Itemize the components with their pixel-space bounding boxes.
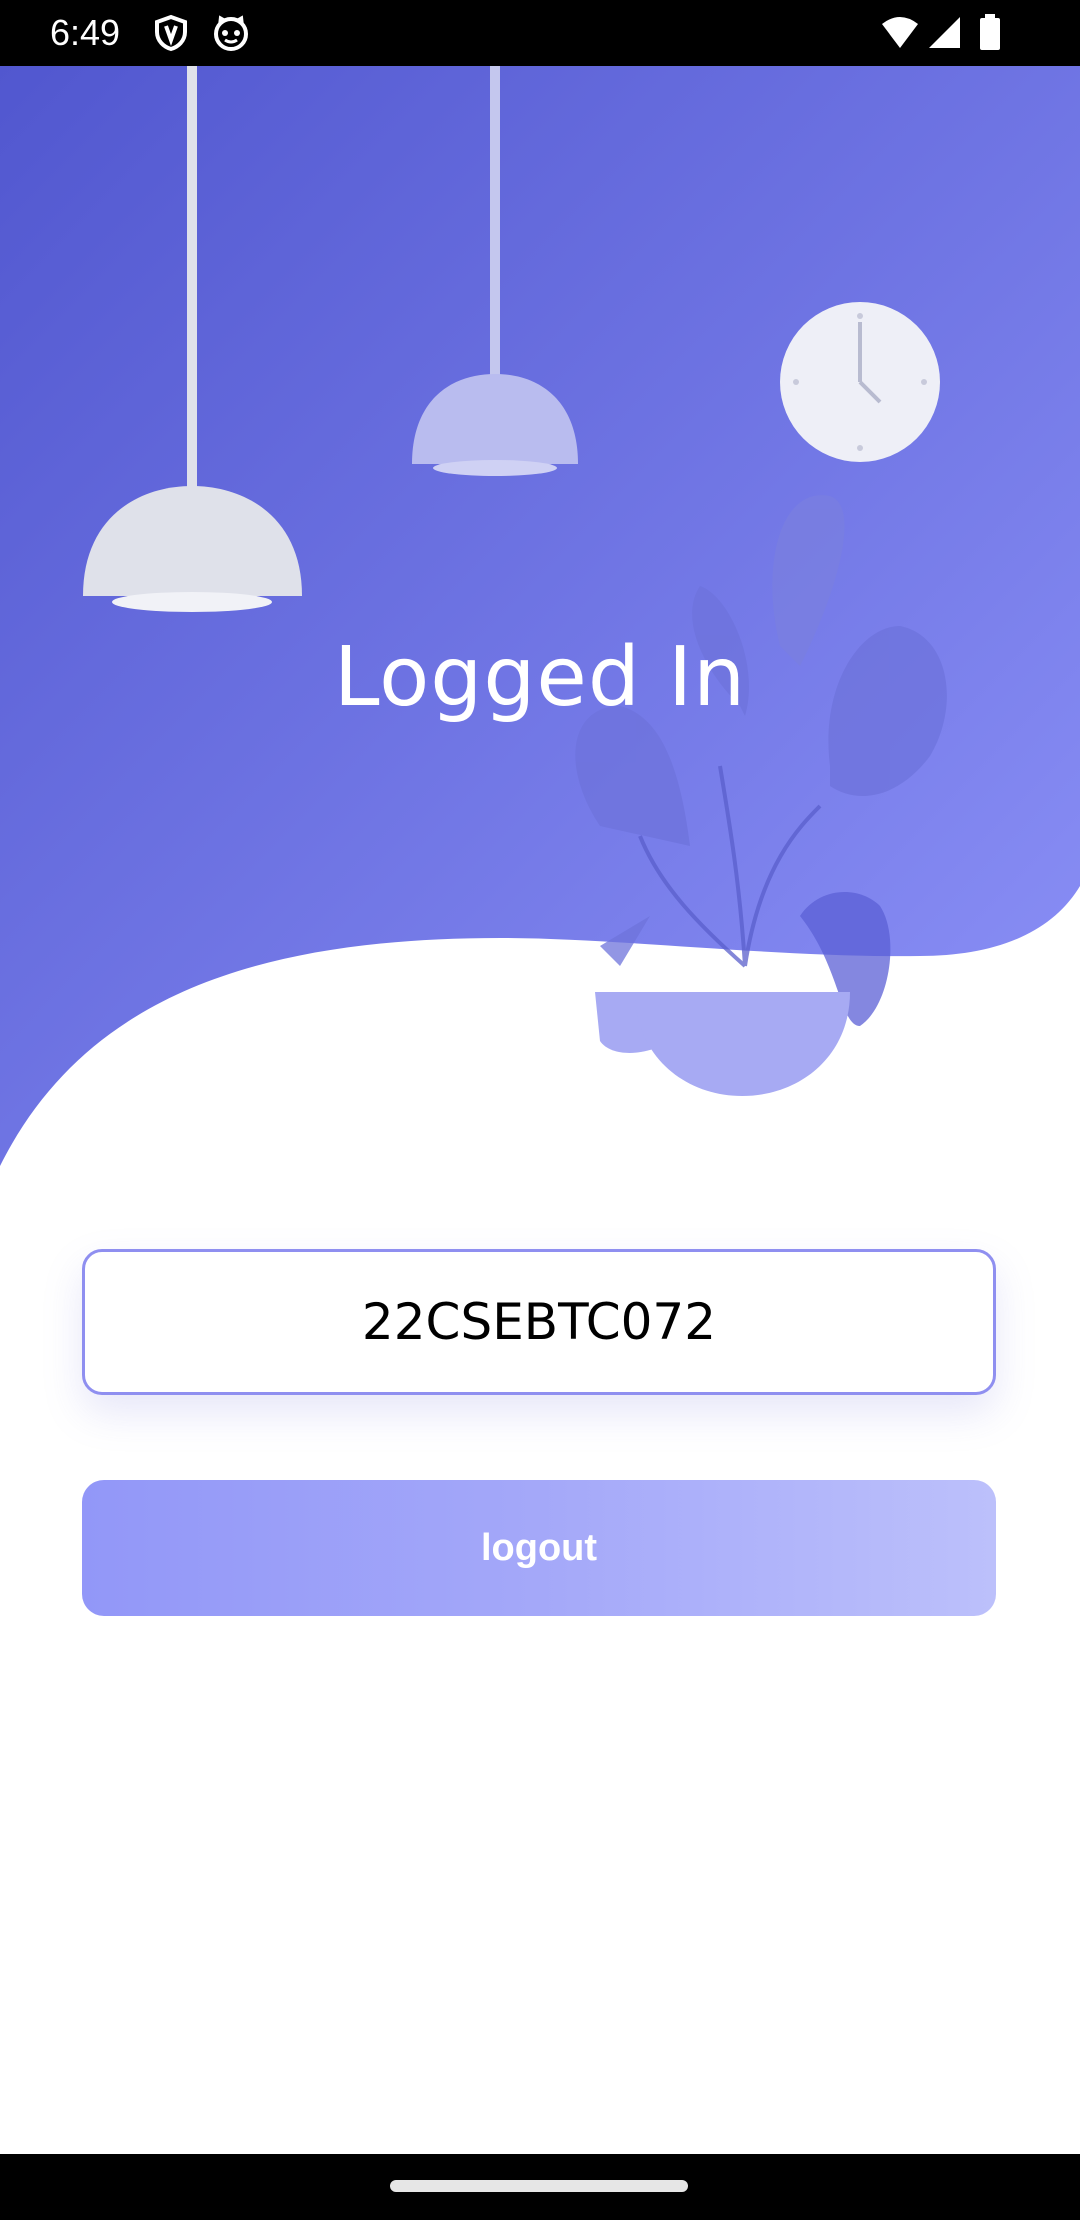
shield-icon — [152, 14, 190, 52]
status-bar: 6:49 — [0, 0, 1080, 66]
signal-icon — [926, 14, 964, 52]
status-time: 6:49 — [50, 12, 121, 53]
navigation-bar — [0, 2154, 1080, 2220]
wifi-icon — [880, 14, 920, 52]
battery-icon — [978, 14, 1002, 52]
logged-in-screen: 6:49 Logged In 22CSEBTC072 logout — [0, 0, 1080, 2220]
user-id-field[interactable]: 22CSEBTC072 — [82, 1249, 996, 1395]
wall-clock-icon — [780, 302, 940, 462]
page-title: Logged In — [333, 630, 747, 725]
logout-button[interactable]: logout — [82, 1480, 996, 1616]
home-handle[interactable] — [390, 2180, 688, 2192]
hero-illustration — [0, 66, 1080, 1176]
cat-face-icon — [212, 14, 250, 52]
